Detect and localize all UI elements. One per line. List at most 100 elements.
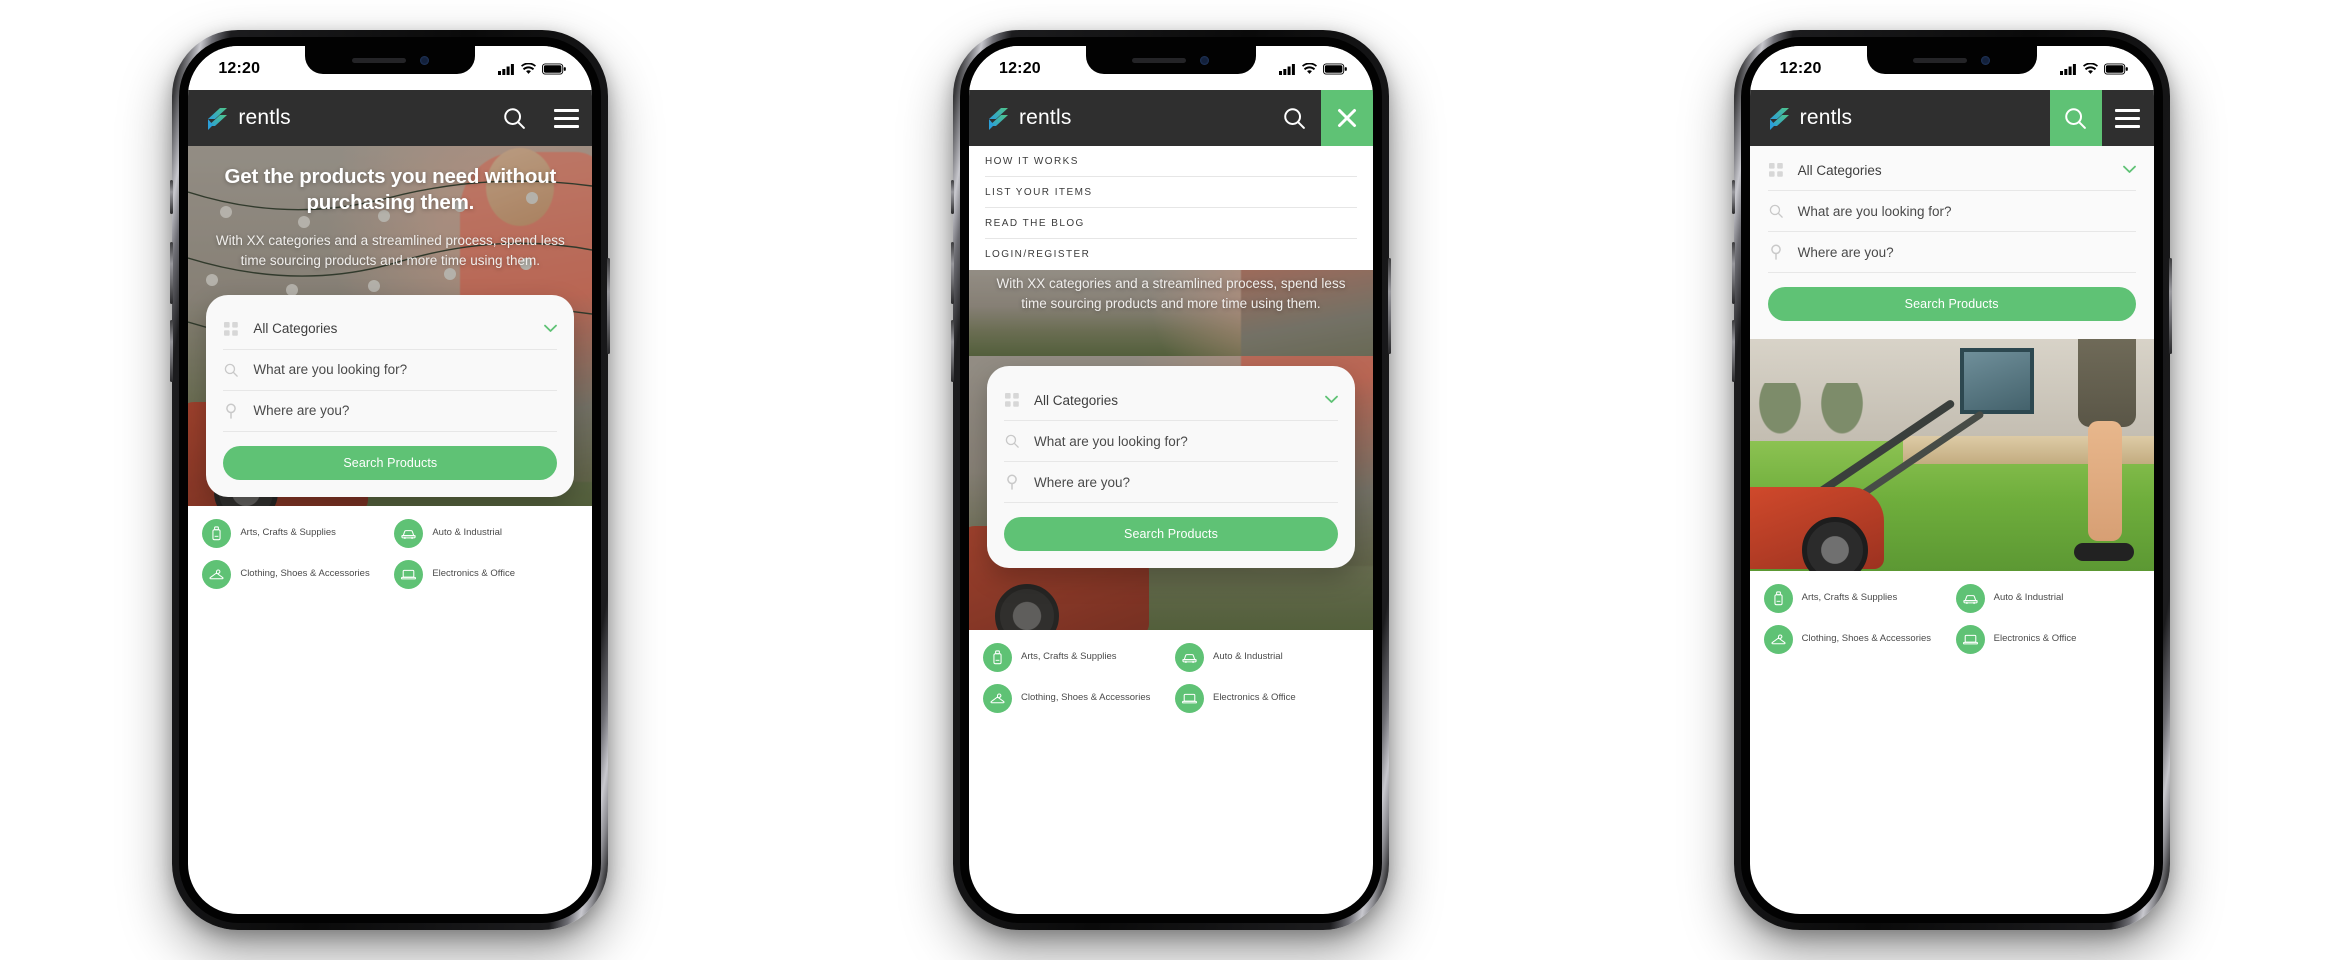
- status-bar: 12:20: [968, 46, 1373, 90]
- search-card: All Categories What are you looking for?…: [206, 294, 575, 497]
- map-pin-icon: [1768, 244, 1784, 260]
- menu-item-login-register[interactable]: LOGIN/REGISTER: [985, 239, 1357, 270]
- person-legs: [2064, 339, 2140, 571]
- status-icons: [1278, 61, 1347, 75]
- volume-down-button[interactable]: [950, 320, 954, 382]
- status-clock: 12:20: [218, 60, 261, 77]
- volume-up-button[interactable]: [950, 242, 954, 304]
- phone-mockup-home: 12:20 rentls Get the products you need w…: [170, 30, 611, 930]
- slideout-menu: HOW IT WORKS LIST YOUR ITEMS READ THE BL…: [968, 146, 1373, 270]
- category-label: Clothing, Shoes & Accessories: [1020, 692, 1151, 704]
- car-icon: [394, 519, 424, 548]
- category-item[interactable]: Arts, Crafts & Supplies: [202, 519, 386, 548]
- query-input[interactable]: What are you looking for?: [1767, 191, 2136, 232]
- query-placeholder: What are you looking for?: [1033, 433, 1188, 449]
- rentls-logo-icon: [1769, 107, 1789, 130]
- location-input[interactable]: Where are you?: [223, 391, 558, 432]
- hero-subtitle: With XX categories and a streamlined pro…: [996, 276, 1346, 311]
- search-panel: All Categories What are you looking for?…: [1749, 146, 2154, 339]
- shoe-shape: [2073, 543, 2134, 561]
- front-camera: [419, 55, 429, 65]
- location-input[interactable]: Where are you?: [1767, 232, 2136, 273]
- category-select[interactable]: All Categories: [1767, 150, 2136, 191]
- menu-item-label: HOW IT WORKS: [984, 155, 1079, 167]
- brand-logo[interactable]: rentls: [1750, 90, 2050, 146]
- header-search-button-active[interactable]: [2049, 90, 2102, 146]
- power-button[interactable]: [607, 258, 611, 354]
- device-notch: [1866, 46, 2037, 74]
- glue-bottle-icon: [202, 519, 232, 548]
- mute-switch[interactable]: [950, 180, 954, 214]
- lawn-mower: [1749, 487, 1884, 571]
- cellular-signal-icon: [1278, 64, 1295, 75]
- volume-down-button[interactable]: [1731, 320, 1735, 382]
- menu-item-read-the-blog[interactable]: READ THE BLOG: [984, 208, 1357, 239]
- phone-mockup-search-open: 12:20 rentls All Categories What are you…: [1731, 30, 2172, 930]
- category-select[interactable]: All Categories: [1003, 380, 1338, 421]
- phone-screen-home: 12:20 rentls Get the products you need w…: [188, 46, 593, 914]
- power-button[interactable]: [2168, 258, 2172, 354]
- header-search-button[interactable]: [1269, 90, 1321, 146]
- category-item[interactable]: Electronics & Office: [394, 560, 578, 589]
- category-item[interactable]: Clothing, Shoes & Accessories: [202, 560, 386, 589]
- search-products-button[interactable]: Search Products: [223, 445, 558, 480]
- category-grid: Arts, Crafts & Supplies Auto & Industria…: [188, 506, 593, 605]
- mute-switch[interactable]: [170, 180, 174, 214]
- category-label: Arts, Crafts & Supplies: [240, 527, 336, 539]
- close-icon: [1337, 109, 1356, 127]
- hanger-icon: [982, 684, 1012, 713]
- hero-copy: Get the products you need without purcha…: [188, 146, 592, 271]
- volume-down-button[interactable]: [170, 320, 174, 382]
- volume-up-button[interactable]: [170, 242, 174, 304]
- category-item[interactable]: Arts, Crafts & Supplies: [1763, 584, 1948, 613]
- status-clock: 12:20: [998, 60, 1041, 77]
- power-button[interactable]: [1387, 258, 1391, 354]
- category-label: Electronics & Office: [1993, 633, 2077, 645]
- header-search-button[interactable]: [488, 90, 540, 146]
- category-grid: Arts, Crafts & Supplies Auto & Industria…: [1749, 571, 2154, 670]
- laptop-icon: [1174, 684, 1204, 713]
- category-label: Electronics & Office: [1212, 692, 1296, 704]
- category-label: Arts, Crafts & Supplies: [1020, 651, 1117, 663]
- query-input[interactable]: What are you looking for?: [1003, 421, 1338, 462]
- header-menu-button[interactable]: [2102, 90, 2154, 146]
- mute-switch[interactable]: [1731, 180, 1735, 214]
- category-item[interactable]: Electronics & Office: [1955, 625, 2140, 654]
- status-bar: 12:20: [188, 46, 593, 90]
- search-products-button[interactable]: Search Products: [1003, 517, 1338, 551]
- category-item[interactable]: Clothing, Shoes & Accessories: [1763, 625, 1948, 654]
- phone-screen-search-open: 12:20 rentls All Categories What are you…: [1749, 46, 2154, 914]
- category-item[interactable]: Clothing, Shoes & Accessories: [982, 684, 1167, 713]
- menu-item-how-it-works[interactable]: HOW IT WORKS: [984, 146, 1357, 177]
- leg-shape: [2087, 421, 2122, 541]
- header-close-menu-button[interactable]: [1320, 90, 1373, 146]
- glue-bottle-icon: [982, 643, 1012, 672]
- query-placeholder: What are you looking for?: [1797, 203, 1952, 219]
- cellular-signal-icon: [2059, 64, 2076, 75]
- header-menu-button[interactable]: [540, 90, 592, 146]
- battery-icon: [542, 63, 567, 75]
- status-bar: 12:20: [1749, 46, 2154, 90]
- location-input[interactable]: Where are you?: [1003, 462, 1338, 503]
- query-placeholder: What are you looking for?: [253, 362, 408, 378]
- search-icon: [2065, 107, 2087, 129]
- category-label: Clothing, Shoes & Accessories: [240, 568, 370, 580]
- search-icon: [1284, 107, 1306, 129]
- search-products-button[interactable]: Search Products: [1767, 287, 2136, 321]
- category-item[interactable]: Electronics & Office: [1174, 684, 1359, 713]
- menu-item-list-your-items[interactable]: LIST YOUR ITEMS: [984, 177, 1357, 208]
- category-select[interactable]: All Categories: [223, 309, 558, 350]
- hero-subtitle: With XX categories and a streamlined pro…: [215, 233, 565, 269]
- category-item[interactable]: Auto & Industrial: [1955, 584, 2140, 613]
- category-item[interactable]: Arts, Crafts & Supplies: [982, 643, 1167, 672]
- brand-logo[interactable]: rentls: [969, 90, 1269, 146]
- brand-name: rentls: [1799, 106, 1853, 129]
- laptop-icon: [1955, 625, 1985, 654]
- search-icon: [1768, 204, 1784, 218]
- volume-up-button[interactable]: [1731, 242, 1735, 304]
- query-input[interactable]: What are you looking for?: [223, 350, 558, 391]
- menu-item-label: LIST YOUR ITEMS: [984, 186, 1093, 198]
- brand-logo[interactable]: rentls: [188, 90, 488, 146]
- category-item[interactable]: Auto & Industrial: [394, 519, 578, 548]
- category-item[interactable]: Auto & Industrial: [1174, 643, 1359, 672]
